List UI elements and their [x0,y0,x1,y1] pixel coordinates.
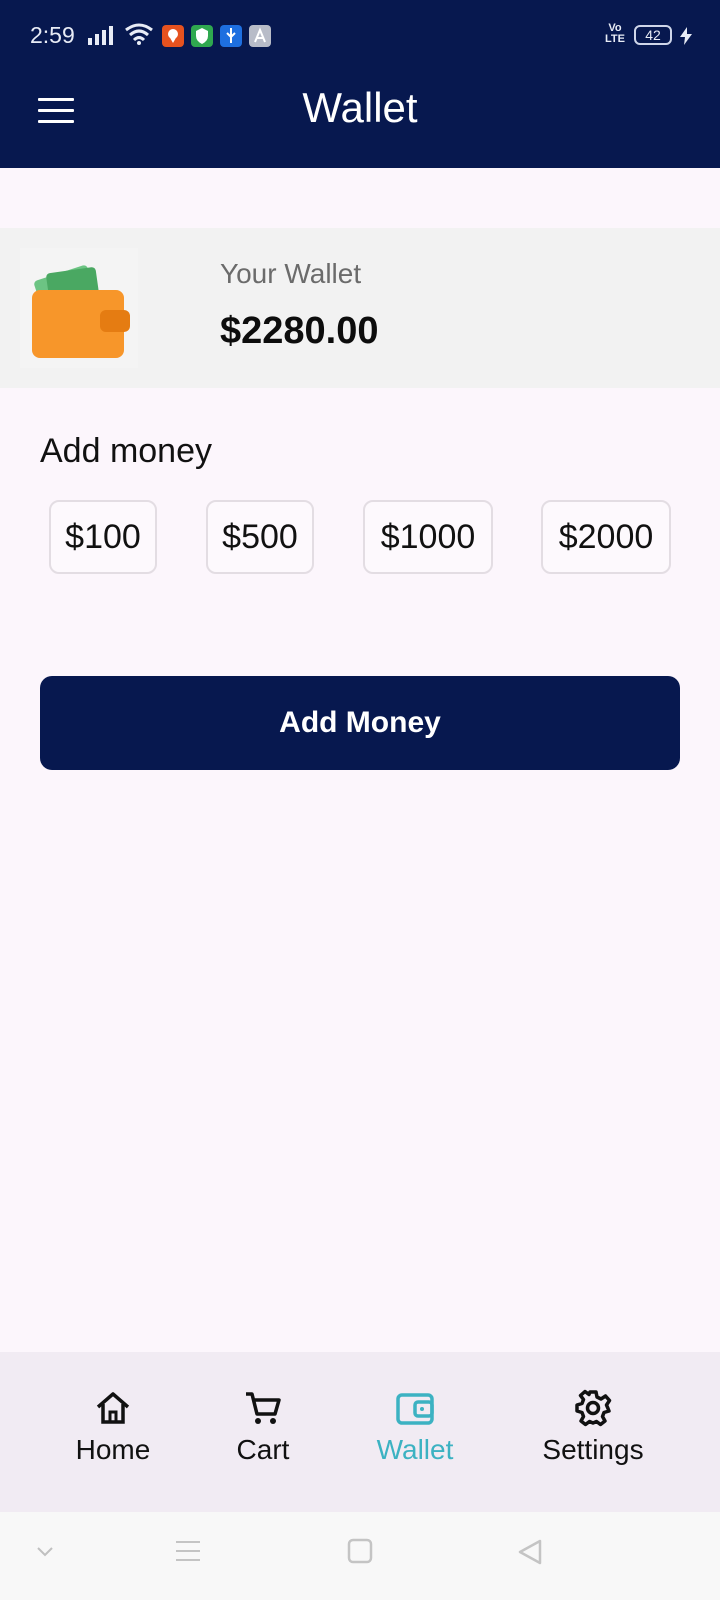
recent-apps-icon[interactable] [175,1538,201,1564]
cart-icon [246,1392,281,1424]
add-money-button[interactable]: Add Money [40,676,680,770]
status-bar: 2:59 Vo LTE 42 [0,18,720,54]
wifi-icon [125,23,153,45]
gear-icon [575,1389,612,1427]
wallet-icon [396,1393,434,1425]
wallet-illustration [20,248,138,368]
page-title: Wallet [302,84,418,131]
amount-100-button[interactable]: $100 [49,500,157,574]
back-triangle-icon[interactable] [516,1538,544,1566]
app-bar: 2:59 Vo LTE 42 Wallet [0,0,720,168]
nav-item-wallet[interactable]: Wallet [335,1388,495,1466]
system-navigation-bar [0,1512,720,1600]
nav-label-cart: Cart [236,1434,290,1465]
wallet-summary-card: Your Wallet $2280.00 [0,228,720,388]
amount-500-button[interactable]: $500 [206,500,314,574]
volte-indicator: Vo LTE [605,22,625,45]
nav-item-settings[interactable]: Settings [513,1388,673,1466]
signal-icon [88,26,113,45]
usb-icon [220,25,242,47]
status-time: 2:59 [30,22,75,48]
location-app-icon [162,25,184,47]
bottom-navigation: Home Cart Wallet Settings [0,1352,720,1512]
nav-item-cart[interactable]: Cart [183,1388,343,1466]
charging-icon [680,27,692,45]
wallet-balance: $2280.00 [220,310,379,352]
chevron-down-icon[interactable] [36,1546,54,1558]
nav-label-home: Home [75,1434,151,1465]
nav-item-home[interactable]: Home [33,1388,193,1466]
nav-label-settings: Settings [542,1434,644,1465]
app-store-icon [249,25,271,47]
amount-2000-button[interactable]: $2000 [541,500,671,574]
shield-app-icon [191,25,213,47]
nav-label-wallet: Wallet [376,1434,454,1465]
add-money-heading: Add money [40,432,212,470]
home-icon [96,1392,130,1424]
home-square-icon[interactable] [347,1538,373,1564]
battery-indicator: 42 [634,25,672,45]
amount-1000-button[interactable]: $1000 [363,500,493,574]
wallet-label: Your Wallet [220,258,362,289]
